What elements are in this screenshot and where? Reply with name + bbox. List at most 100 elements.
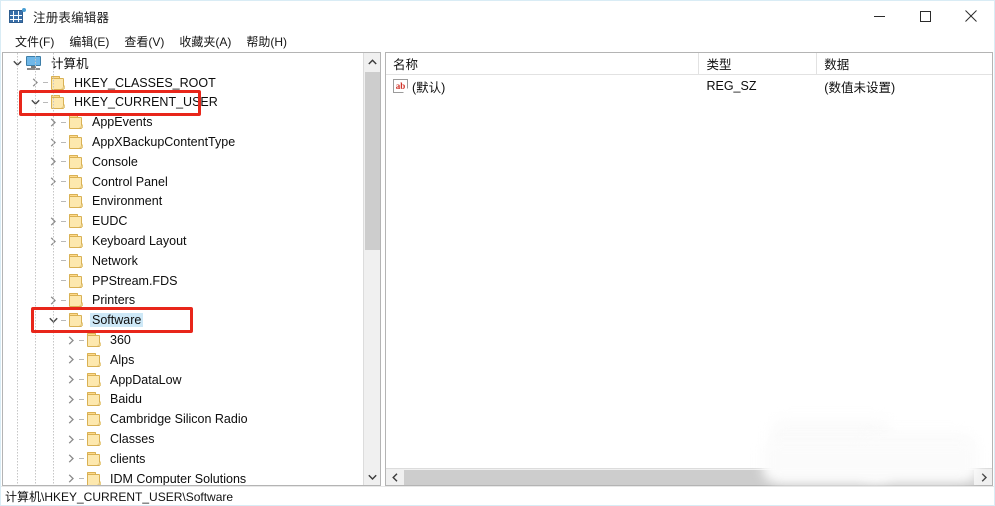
scroll-down-arrow-icon[interactable] [364, 468, 380, 485]
tree-guide-line [35, 53, 36, 485]
tree-item-label: 计算机 [51, 57, 89, 72]
menu-view[interactable]: 查看(V) [117, 32, 172, 51]
menu-bar: 文件(F) 编辑(E) 查看(V) 收藏夹(A) 帮助(H) [1, 31, 994, 52]
tree-item-label: AppXBackupContentType [92, 135, 236, 150]
tree-item-hkey-current-user[interactable]: HKEY_CURRENT_USER [3, 93, 363, 113]
menu-edit[interactable]: 编辑(E) [62, 32, 117, 51]
column-name[interactable]: 名称 [386, 53, 700, 74]
tree-item-environment[interactable]: Environment [3, 192, 363, 212]
tree-connector [79, 469, 86, 485]
scroll-left-arrow-icon[interactable] [386, 469, 403, 485]
minimize-button[interactable] [856, 1, 902, 31]
tree-item-appdatalow[interactable]: AppDataLow [3, 370, 363, 390]
status-bar: 计算机\HKEY_CURRENT_USER\Software [1, 486, 994, 505]
folder-icon [68, 253, 84, 268]
close-button[interactable] [948, 1, 994, 31]
folder-icon [68, 214, 84, 229]
value-data-text: (数值未设置) [824, 80, 896, 95]
folder-icon [68, 135, 84, 150]
tree-connector [61, 192, 68, 211]
folder-icon [68, 234, 84, 249]
tree-item-control-panel[interactable]: Control Panel [3, 172, 363, 192]
tree-connector [61, 133, 68, 152]
tree-item-appevents[interactable]: AppEvents [3, 112, 363, 132]
tree-guide-line [17, 53, 18, 485]
tree-item-idm-computer-solutions[interactable]: IDM Computer Solutions [3, 469, 363, 485]
tree-connector [61, 212, 68, 231]
chevron-right-icon[interactable] [63, 350, 79, 369]
computer-icon [25, 55, 43, 70]
values-horizontal-scrollbar[interactable] [386, 468, 992, 485]
value-row[interactable]: ab (默认) REG_SZ (数值未设置) [386, 75, 992, 97]
folder-icon [86, 392, 102, 407]
tree-connector [79, 449, 86, 468]
tree-connector [43, 73, 50, 92]
menu-favorites[interactable]: 收藏夹(A) [172, 32, 239, 51]
tree-connector [61, 251, 68, 270]
tree-item-network[interactable]: Network [3, 251, 363, 271]
values-list[interactable]: ab (默认) REG_SZ (数值未设置) [386, 75, 992, 97]
tree-item-label: EUDC [92, 214, 128, 229]
tree-item--[interactable]: 计算机 [3, 53, 363, 73]
tree-item-appxbackupcontenttype[interactable]: AppXBackupContentType [3, 132, 363, 152]
tree-item-label: Network [92, 253, 138, 268]
values-column-header: 名称 类型 数据 [386, 53, 992, 75]
folder-icon [86, 471, 102, 485]
status-path: 计算机\HKEY_CURRENT_USER\Software [5, 489, 234, 504]
tree-item-360[interactable]: 360 [3, 330, 363, 350]
tree-item-label: Keyboard Layout [92, 234, 187, 249]
registry-values-pane: 名称 类型 数据 ab (默认) REG_SZ (数值未设置) [385, 52, 993, 486]
chevron-right-icon[interactable] [63, 390, 79, 409]
tree-item-printers[interactable]: Printers [3, 291, 363, 311]
tree-item-clients[interactable]: clients [3, 449, 363, 469]
value-name-cell: ab (默认) [386, 77, 699, 96]
tree-connector [61, 311, 68, 330]
tree-connector [61, 232, 68, 251]
chevron-right-icon[interactable] [63, 370, 79, 389]
tree-item-console[interactable]: Console [3, 152, 363, 172]
tree-item-eudc[interactable]: EUDC [3, 211, 363, 231]
tree-item-label: Alps [110, 352, 135, 367]
tree-item-classes[interactable]: Classes [3, 429, 363, 449]
tree-item-label: Cambridge Silicon Radio [110, 412, 248, 427]
tree-item-ppstream-fds[interactable]: PPStream.FDS [3, 271, 363, 291]
tree-item-cambridge-silicon-radio[interactable]: Cambridge Silicon Radio [3, 409, 363, 429]
chevron-right-icon[interactable] [63, 410, 79, 429]
tree-item-label: AppDataLow [110, 372, 182, 387]
window-title: 注册表编辑器 [33, 10, 110, 25]
tree-item-baidu[interactable]: Baidu [3, 390, 363, 410]
tree-connector [61, 172, 68, 191]
tree-vertical-scrollbar[interactable] [363, 53, 380, 485]
menu-help[interactable]: 帮助(H) [239, 32, 295, 51]
chevron-right-icon[interactable] [63, 430, 79, 449]
scroll-up-arrow-icon[interactable] [364, 53, 380, 70]
tree-connector [61, 291, 68, 310]
tree-guide-line [53, 53, 54, 485]
values-scroll-thumb[interactable] [404, 470, 974, 485]
registry-tree[interactable]: 计算机 HKEY_CLASSES_ROOT HKEY_CURRENT_USER App… [3, 53, 363, 485]
column-data[interactable]: 数据 [817, 53, 992, 74]
tree-connector [79, 430, 86, 449]
chevron-right-icon[interactable] [63, 331, 79, 350]
tree-item-label: HKEY_CLASSES_ROOT [74, 75, 216, 90]
menu-file[interactable]: 文件(F) [8, 32, 62, 51]
ab-string-icon: ab [393, 79, 408, 93]
folder-icon [86, 451, 102, 466]
tree-connector [79, 410, 86, 429]
tree-connector [61, 271, 68, 290]
tree-item-label: Software [90, 313, 144, 328]
value-type-text: REG_SZ [706, 79, 757, 93]
tree-item-alps[interactable]: Alps [3, 350, 363, 370]
chevron-right-icon[interactable] [63, 469, 79, 485]
maximize-button[interactable] [902, 1, 948, 31]
tree-item-software[interactable]: Software [3, 310, 363, 330]
tree-item-keyboard-layout[interactable]: Keyboard Layout [3, 231, 363, 251]
tree-item-hkey-classes-root[interactable]: HKEY_CLASSES_ROOT [3, 73, 363, 93]
tree-connector [61, 113, 68, 132]
folder-icon [86, 432, 102, 447]
tree-scroll-thumb[interactable] [365, 72, 380, 250]
column-type[interactable]: 类型 [699, 53, 818, 74]
scroll-right-arrow-icon[interactable] [975, 469, 992, 485]
chevron-right-icon[interactable] [63, 449, 79, 468]
tree-connector [79, 350, 86, 369]
